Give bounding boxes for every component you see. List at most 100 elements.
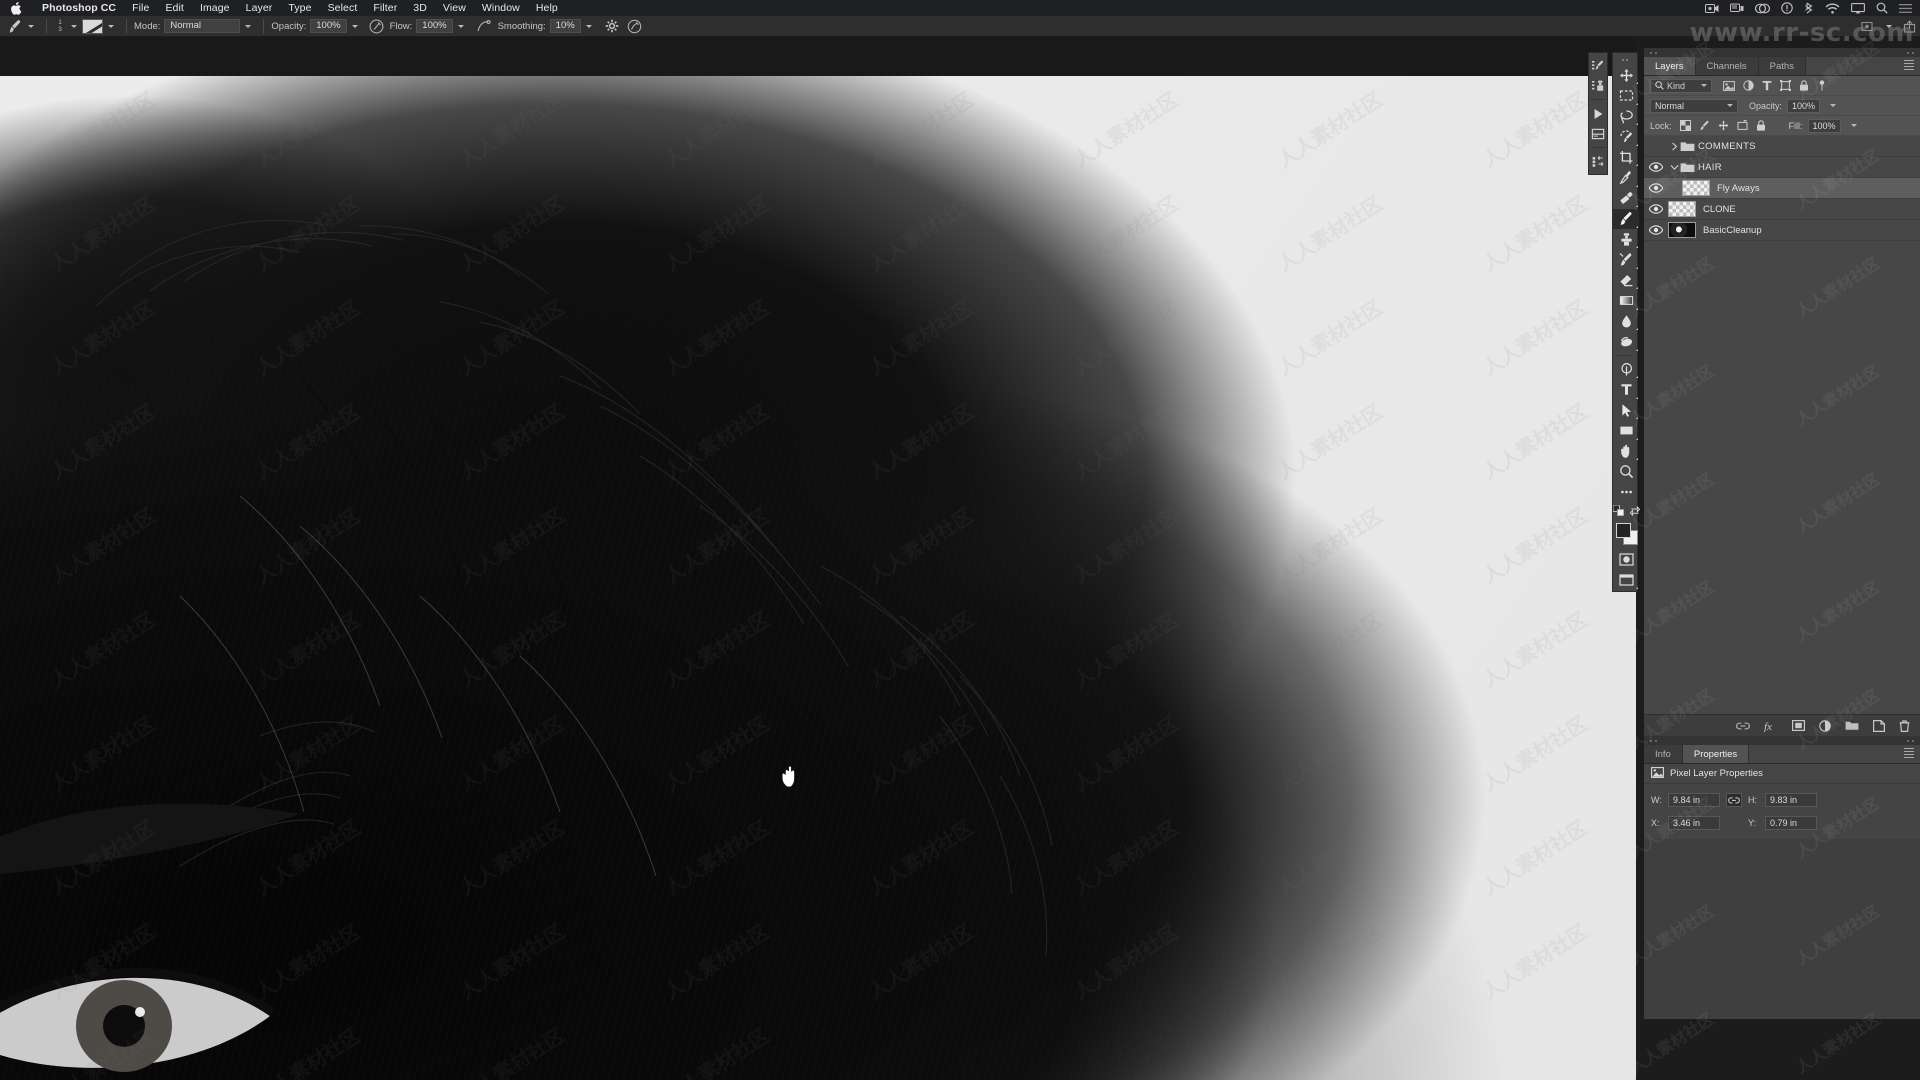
- tool-submenu-triangle-icon[interactable]: [1635, 287, 1638, 289]
- filter-enable-toggle-icon[interactable]: [1817, 80, 1827, 91]
- filter-shape-layers-icon[interactable]: [1780, 80, 1791, 91]
- tablet-pressure-size-icon[interactable]: [1861, 20, 1875, 33]
- lock-position-icon[interactable]: [1718, 120, 1729, 131]
- filter-type-layers-icon[interactable]: [1762, 80, 1772, 91]
- tool-submenu-triangle-icon[interactable]: [1635, 348, 1638, 351]
- history-brush-tool-icon[interactable]: [1613, 250, 1639, 271]
- type-tool-icon[interactable]: [1613, 380, 1639, 401]
- menu-type[interactable]: Type: [280, 0, 319, 16]
- display-arrangement-icon[interactable]: [1730, 3, 1744, 14]
- tab-paths[interactable]: Paths: [1758, 57, 1806, 75]
- share-icon[interactable]: [1903, 20, 1916, 33]
- new-group-icon[interactable]: [1845, 720, 1859, 731]
- portrait-photo-thumbnail[interactable]: [1668, 222, 1696, 238]
- menu-select[interactable]: Select: [320, 0, 366, 16]
- quick-selection-tool-icon[interactable]: [1613, 127, 1639, 148]
- smoothing-caret-icon[interactable]: [585, 24, 592, 28]
- table-row[interactable]: HAIR: [1644, 157, 1920, 178]
- tool-submenu-triangle-icon[interactable]: [1635, 205, 1638, 207]
- lasso-tool-icon[interactable]: [1613, 106, 1639, 127]
- spotlight-search-icon[interactable]: [1876, 2, 1888, 14]
- tool-submenu-triangle-icon[interactable]: [1635, 225, 1638, 228]
- height-input[interactable]: 9.83 in: [1765, 793, 1817, 807]
- panel-menu-icon[interactable]: [1898, 745, 1920, 763]
- layer-name[interactable]: Fly Aways: [1717, 183, 1760, 194]
- new-layer-icon[interactable]: [1873, 719, 1885, 732]
- rectangular-marquee-tool-icon[interactable]: [1613, 86, 1639, 107]
- chevron-right-icon[interactable]: [1668, 142, 1680, 151]
- brush-tool-icon[interactable]: [8, 19, 23, 34]
- screen-mode-icon[interactable]: [1613, 570, 1639, 591]
- blur-tool-icon[interactable]: [1613, 311, 1639, 332]
- layer-filter-kind-select[interactable]: Kind: [1650, 78, 1712, 93]
- layer-name[interactable]: CLONE: [1703, 204, 1736, 215]
- flow-input[interactable]: 100%: [416, 19, 453, 33]
- smoothing-input[interactable]: 10%: [549, 19, 581, 33]
- toolbar-drag-handle[interactable]: [1613, 56, 1637, 63]
- tool-submenu-triangle-icon[interactable]: [1635, 417, 1638, 419]
- adjustments-icon[interactable]: [1589, 153, 1607, 170]
- properties-panel-drag-handle[interactable]: [1644, 736, 1920, 745]
- transparent-checker-thumbnail[interactable]: [1682, 180, 1710, 196]
- pen-tool-icon[interactable]: [1613, 359, 1639, 380]
- wifi-icon[interactable]: [1825, 3, 1840, 14]
- tool-submenu-triangle-icon[interactable]: [1635, 82, 1638, 84]
- control-center-icon[interactable]: [1899, 3, 1912, 14]
- brush-presets-icon[interactable]: [1589, 57, 1607, 74]
- zoom-tool-icon[interactable]: [1613, 462, 1639, 483]
- airbrush-pressure-icon[interactable]: [369, 19, 384, 34]
- layer-filter-caret-icon[interactable]: [1701, 84, 1707, 87]
- layer-visibility-toggle[interactable]: [1644, 204, 1668, 214]
- brush-options-caret-icon[interactable]: [28, 24, 34, 28]
- screen-record-icon[interactable]: [1705, 3, 1719, 14]
- layer-blend-mode-select[interactable]: Normal: [1650, 98, 1738, 113]
- blend-mode-select[interactable]: Normal: [164, 19, 241, 33]
- rectangle-shape-tool-icon[interactable]: [1613, 421, 1639, 442]
- menu-file[interactable]: File: [124, 0, 157, 16]
- tool-submenu-triangle-icon[interactable]: [1635, 246, 1638, 248]
- tool-submenu-triangle-icon[interactable]: [1635, 587, 1638, 589]
- airplay-icon[interactable]: [1851, 2, 1865, 14]
- tab-info[interactable]: Info: [1644, 745, 1683, 763]
- menu-image[interactable]: Image: [192, 0, 238, 16]
- tool-submenu-triangle-icon[interactable]: [1635, 266, 1638, 269]
- new-adjustment-layer-icon[interactable]: [1819, 719, 1831, 732]
- swap-colors-icon[interactable]: [1629, 505, 1640, 516]
- color-swatches[interactable]: [1613, 522, 1639, 548]
- layer-styles-fx-icon[interactable]: fx: [1764, 720, 1778, 732]
- tool-submenu-triangle-icon[interactable]: [1635, 328, 1638, 330]
- menu-edit[interactable]: Edit: [157, 0, 192, 16]
- blend-mode-caret-icon[interactable]: [245, 24, 252, 28]
- brush-preset-thumbnail[interactable]: [82, 18, 103, 34]
- lock-all-icon[interactable]: [1756, 120, 1766, 131]
- tool-submenu-triangle-icon[interactable]: [1635, 396, 1638, 399]
- lock-artboard-nesting-icon[interactable]: [1737, 120, 1748, 131]
- tool-submenu-triangle-icon[interactable]: [1635, 458, 1638, 460]
- layer-name[interactable]: BasicCleanup: [1703, 225, 1762, 236]
- filter-pixel-layers-icon[interactable]: [1723, 80, 1735, 91]
- clone-source-icon[interactable]: [1589, 77, 1607, 94]
- notification-icon[interactable]: [1781, 2, 1793, 14]
- lock-image-pixels-icon[interactable]: [1699, 120, 1710, 131]
- brush-tool-icon[interactable]: [1613, 208, 1639, 229]
- foreground-color-swatch[interactable]: [1616, 522, 1631, 538]
- menu-layer[interactable]: Layer: [238, 0, 281, 16]
- menu-help[interactable]: Help: [528, 0, 566, 16]
- brush-preset-caret-icon[interactable]: [71, 24, 77, 28]
- link-dimensions-icon[interactable]: [1726, 793, 1742, 807]
- delete-layer-icon[interactable]: [1899, 719, 1910, 732]
- table-row[interactable]: BasicCleanup: [1644, 220, 1920, 241]
- eyedropper-tool-icon[interactable]: [1613, 168, 1639, 189]
- tool-submenu-triangle-icon[interactable]: [1635, 123, 1638, 125]
- actions-play-icon[interactable]: [1589, 105, 1607, 122]
- chevron-down-icon[interactable]: [1668, 164, 1680, 171]
- layers-panel-drag-handle[interactable]: [1644, 48, 1920, 57]
- flow-caret-icon[interactable]: [457, 24, 464, 28]
- menu-3d[interactable]: 3D: [405, 0, 435, 16]
- tab-layers[interactable]: Layers: [1644, 57, 1696, 75]
- quick-mask-mode-icon[interactable]: [1613, 550, 1639, 571]
- opacity-caret-icon[interactable]: [351, 24, 358, 28]
- x-input[interactable]: 3.46 in: [1668, 816, 1720, 830]
- dodge-tool-icon[interactable]: [1613, 332, 1639, 353]
- layer-opacity-input[interactable]: 100%: [1787, 98, 1821, 113]
